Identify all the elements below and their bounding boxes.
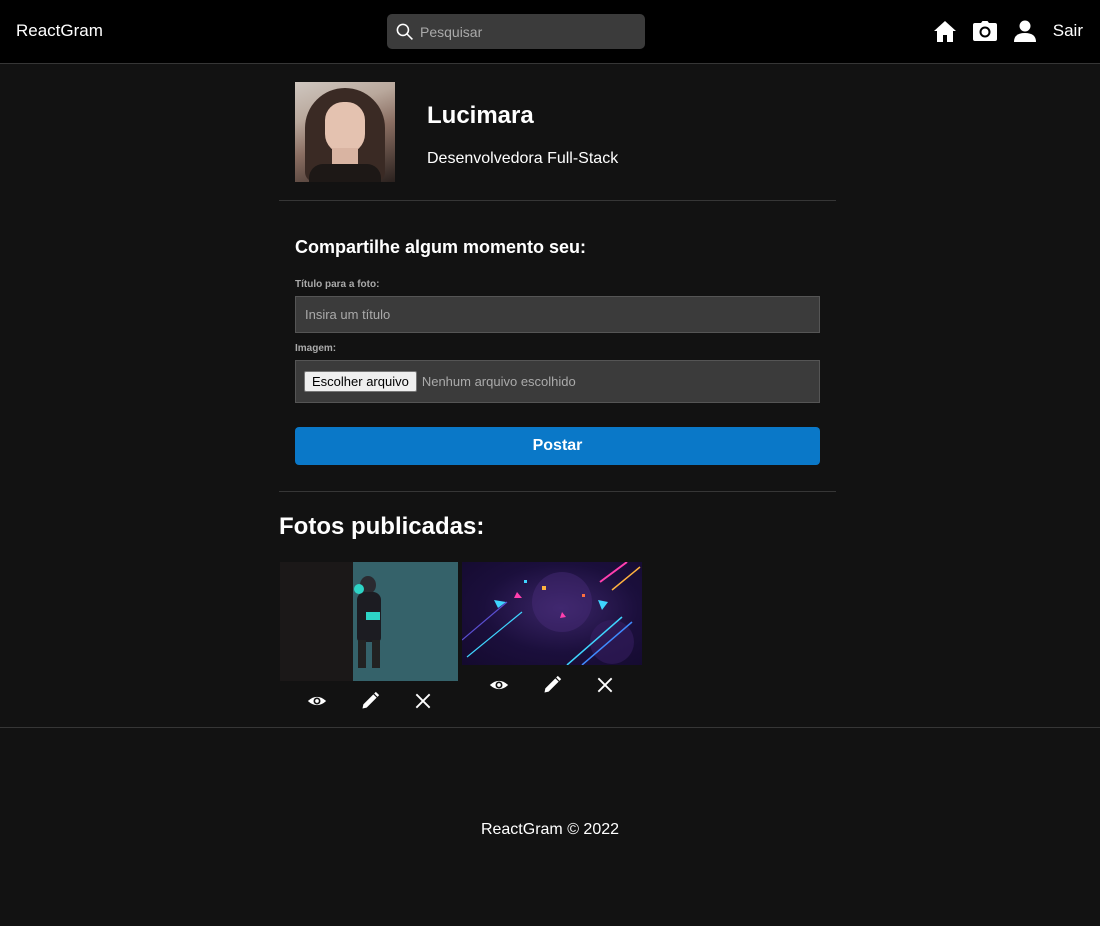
search-icon [396,23,413,40]
photo-card [280,562,460,721]
brand-link[interactable]: ReactGram [16,21,103,41]
photo-image[interactable] [462,562,642,665]
nav-links: Sair [933,18,1083,44]
profile-container: Lucimara Desenvolvedora Full-Stack Compa… [279,64,836,709]
avatar [295,82,395,182]
pencil-icon[interactable] [542,675,562,695]
photo-actions [462,665,642,705]
share-form: Compartilhe algum momento seu: Título pa… [279,201,836,492]
profile-header: Lucimara Desenvolvedora Full-Stack [279,64,836,201]
title-input[interactable] [295,296,820,333]
home-icon[interactable] [933,19,957,43]
close-icon[interactable] [413,691,433,711]
eye-icon[interactable] [489,675,509,695]
choose-file-button[interactable]: Escolher arquivo [304,371,417,392]
photo-card [462,562,642,705]
photo-actions [280,681,460,721]
photo-image[interactable] [280,562,458,681]
camera-icon[interactable] [972,19,997,43]
profile-bio: Desenvolvedora Full-Stack [427,150,619,167]
file-input[interactable]: Escolher arquivo Nenhum arquivo escolhid… [295,360,820,403]
close-icon[interactable] [595,675,615,695]
footer: ReactGram © 2022 [0,727,1100,926]
profile-name: Lucimara [427,102,534,129]
eye-icon[interactable] [307,691,327,711]
file-status: Nenhum arquivo escolhido [421,374,576,389]
logout-link[interactable]: Sair [1053,18,1083,44]
share-heading: Compartilhe algum momento seu: [295,237,587,257]
photos-grid [280,562,644,721]
post-button[interactable]: Postar [295,427,820,465]
title-label: Título para a foto: [295,279,380,290]
user-icon[interactable] [1013,19,1037,43]
image-label: Imagem: [295,343,337,354]
search-form [387,14,645,49]
photos-heading: Fotos publicadas: [279,513,485,540]
pencil-icon[interactable] [360,691,380,711]
search-input[interactable] [387,14,645,49]
footer-text: ReactGram © 2022 [480,821,620,838]
navbar: ReactGram Sair [0,0,1100,64]
